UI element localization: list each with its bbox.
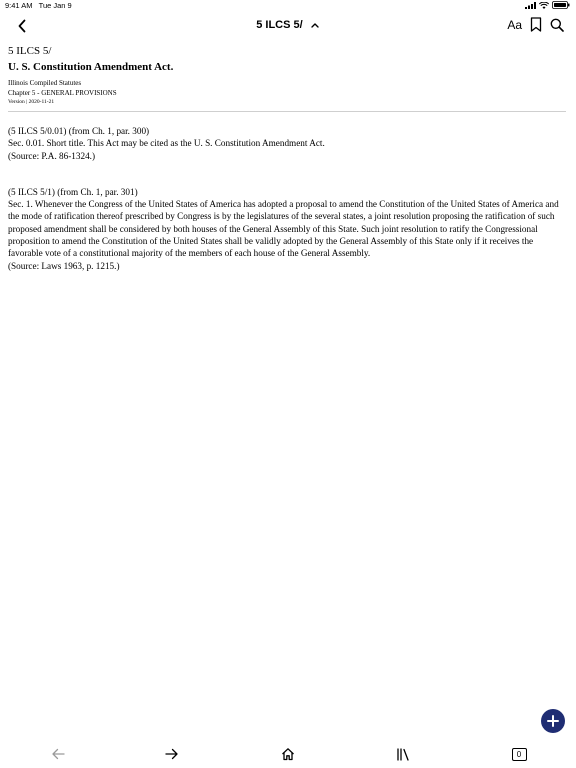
section-ref: (5 ILCS 5/0.01) (from Ch. 1, par. 300) xyxy=(8,126,150,136)
section-source: (Source: Laws 1963, p. 1215.) xyxy=(8,260,120,271)
document-title-dropdown[interactable]: 5 ILCS 5/ xyxy=(0,19,576,31)
section-text: Sec. 0.01. Short title. This Act may be … xyxy=(8,138,325,149)
chapter-label: Chapter 5 - GENERAL PROVISIONS xyxy=(8,89,117,97)
plus-icon xyxy=(547,715,559,727)
chevron-up-icon xyxy=(311,23,319,28)
history-forward-button[interactable] xyxy=(162,745,182,763)
bottom-toolbar: 0 xyxy=(0,740,576,768)
status-icons xyxy=(525,1,570,9)
nav-title: 5 ILCS 5/ xyxy=(256,19,303,32)
home-button[interactable] xyxy=(278,745,298,763)
section-text: Sec. 1. Whenever the Congress of the Uni… xyxy=(8,199,559,259)
source-label: Illinois Compiled Statutes xyxy=(8,79,82,87)
status-bar: 9:41 AM Tue Jan 9 xyxy=(0,0,576,12)
library-icon xyxy=(397,747,409,761)
section-ref: (5 ILCS 5/1) (from Ch. 1, par. 301) xyxy=(8,186,138,197)
arrow-left-icon xyxy=(52,748,65,760)
version-label: Version | 2020-11-21 xyxy=(8,99,55,105)
document-content: 5 ILCS 5/ U. S. Constitution Amendment A… xyxy=(8,44,566,272)
navigation-bar: 5 ILCS 5/ Aa xyxy=(0,12,576,40)
nav-tools: Aa xyxy=(507,17,564,32)
status-time: 9:41 AM Tue Jan 9 xyxy=(5,1,72,10)
history-back-button[interactable] xyxy=(48,745,68,763)
wifi-icon xyxy=(539,1,549,9)
tabs-button[interactable]: 0 xyxy=(509,745,529,763)
search-icon[interactable] xyxy=(550,18,564,32)
add-button[interactable] xyxy=(541,709,565,733)
cellular-signal-icon xyxy=(525,1,536,9)
tabs-count: 0 xyxy=(516,749,522,759)
tabs-count-box: 0 xyxy=(511,747,527,761)
font-size-button[interactable]: Aa xyxy=(507,18,522,32)
act-title: U. S. Constitution Amendment Act. xyxy=(8,61,174,73)
section-0-01: (5 ILCS 5/0.01) (from Ch. 1, par. 300) S… xyxy=(8,125,566,162)
home-icon xyxy=(282,748,294,761)
bookmark-icon[interactable] xyxy=(530,17,542,32)
library-button[interactable] xyxy=(393,745,413,763)
arrow-right-icon xyxy=(165,748,178,760)
battery-icon xyxy=(552,1,570,9)
citation: 5 ILCS 5/ xyxy=(8,45,52,57)
divider xyxy=(8,111,566,112)
section-source: (Source: P.A. 86-1324.) xyxy=(8,150,96,161)
section-1: (5 ILCS 5/1) (from Ch. 1, par. 301) Sec.… xyxy=(8,186,566,272)
